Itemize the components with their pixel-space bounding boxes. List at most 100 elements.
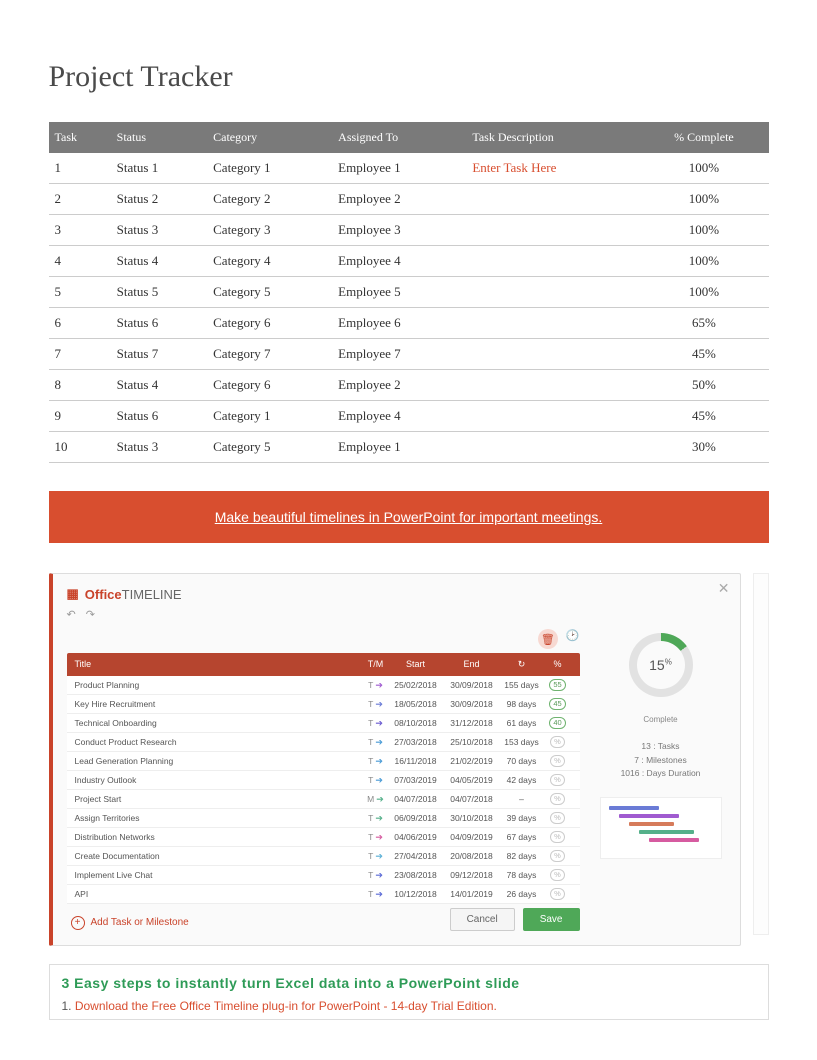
step-number: 1. [62, 999, 75, 1013]
cell-pct: 100% [639, 184, 768, 215]
cell-pct: 45% [639, 401, 768, 432]
undo-icon[interactable]: ↶ [67, 608, 76, 621]
cell-start: 23/08/2018 [388, 870, 444, 880]
cell-end: 31/12/2018 [444, 718, 500, 728]
cell-tm: T ➔ [364, 775, 388, 786]
timeline-row[interactable]: Product PlanningT ➔25/02/201830/09/20181… [67, 676, 580, 695]
cell-task: 4 [49, 246, 111, 277]
cell-description[interactable] [466, 432, 639, 463]
cell-task: 5 [49, 277, 111, 308]
cell-duration: 82 days [500, 851, 544, 861]
cell-start: 04/07/2018 [388, 794, 444, 804]
col-assigned: Assigned To [332, 122, 466, 153]
arrow-icon: ➔ [375, 813, 383, 824]
cell-tm: T ➔ [364, 813, 388, 824]
table-row: 6Status 6Category 6Employee 665% [49, 308, 769, 339]
cell-category: Category 3 [207, 215, 332, 246]
arrow-icon: ➔ [375, 851, 383, 862]
cell-tm: T ➔ [364, 889, 388, 900]
steps-box: 3 Easy steps to instantly turn Excel dat… [49, 964, 769, 1020]
timeline-row[interactable]: Key Hire RecruitmentT ➔18/05/201830/09/2… [67, 695, 580, 714]
timeline-table-header: Title T/M Start End ↻ % [67, 653, 580, 676]
cell-description[interactable] [466, 370, 639, 401]
save-button[interactable]: Save [523, 908, 580, 931]
col-pct-complete: % Complete [639, 122, 768, 153]
arrow-icon: ➔ [375, 756, 383, 767]
cell-tm: M ➔ [364, 794, 388, 805]
add-task-button[interactable]: + Add Task or Milestone [67, 906, 193, 930]
cell-duration: 39 days [500, 813, 544, 823]
timeline-row[interactable]: Industry OutlookT ➔07/03/201904/05/20194… [67, 771, 580, 790]
cell-task: 3 [49, 215, 111, 246]
cell-assigned: Employee 2 [332, 370, 466, 401]
cell-pct: % [544, 831, 572, 843]
project-tracker-table: Task Status Category Assigned To Task De… [49, 122, 769, 463]
cell-pct: % [544, 774, 572, 786]
timeline-row[interactable]: Implement Live ChatT ➔23/08/201809/12/20… [67, 866, 580, 885]
timeline-row[interactable]: Technical OnboardingT ➔08/10/201831/12/2… [67, 714, 580, 733]
timeline-row[interactable]: Conduct Product ResearchT ➔27/03/201825/… [67, 733, 580, 752]
cell-description[interactable] [466, 184, 639, 215]
cell-category: Category 7 [207, 339, 332, 370]
steps-title: 3 Easy steps to instantly turn Excel dat… [62, 975, 756, 991]
cell-description[interactable]: Enter Task Here [466, 153, 639, 184]
history-icon[interactable]: 🕑 [566, 629, 580, 649]
cancel-button[interactable]: Cancel [450, 908, 515, 931]
cell-description[interactable] [466, 215, 639, 246]
cell-start: 16/11/2018 [388, 756, 444, 766]
cell-tm: T ➔ [364, 718, 388, 729]
cell-end: 04/09/2019 [444, 832, 500, 842]
timeline-row[interactable]: Project StartM ➔04/07/201804/07/2018–% [67, 790, 580, 809]
brand-logo: ▦ OfficeTIMELINE [67, 586, 726, 602]
cell-description[interactable] [466, 308, 639, 339]
cell-assigned: Employee 1 [332, 153, 466, 184]
cell-category: Category 1 [207, 401, 332, 432]
timeline-row[interactable]: Assign TerritoriesT ➔06/09/201830/10/201… [67, 809, 580, 828]
cell-pct: 30% [639, 432, 768, 463]
cell-pct: % [544, 736, 572, 748]
cell-status: Status 3 [111, 432, 207, 463]
arrow-icon: ➔ [375, 718, 383, 729]
timeline-row[interactable]: Distribution NetworksT ➔04/06/201904/09/… [67, 828, 580, 847]
cell-start: 25/02/2018 [388, 680, 444, 690]
cell-end: 09/12/2018 [444, 870, 500, 880]
cell-tm: T ➔ [364, 832, 388, 843]
cell-start: 27/04/2018 [388, 851, 444, 861]
plus-icon: + [71, 916, 85, 930]
cell-tm: T ➔ [364, 699, 388, 710]
cta-link[interactable]: Make beautiful timelines in PowerPoint f… [215, 509, 603, 525]
cell-pct: 100% [639, 153, 768, 184]
cell-status: Status 5 [111, 277, 207, 308]
cell-end: 25/10/2018 [444, 737, 500, 747]
trash-icon[interactable]: 🗑 [538, 629, 558, 649]
download-link[interactable]: Download the Free Office Timeline plug-i… [75, 999, 497, 1013]
cell-pct: % [544, 812, 572, 824]
cell-description[interactable] [466, 277, 639, 308]
arrow-icon: ➔ [375, 775, 383, 786]
cell-title: API [75, 889, 364, 899]
close-icon[interactable]: ✕ [718, 580, 730, 597]
cell-duration: 98 days [500, 699, 544, 709]
timeline-row[interactable]: Lead Generation PlanningT ➔16/11/201821/… [67, 752, 580, 771]
cell-description[interactable] [466, 401, 639, 432]
cell-duration: 42 days [500, 775, 544, 785]
cell-duration: 26 days [500, 889, 544, 899]
cell-status: Status 4 [111, 246, 207, 277]
cell-description[interactable] [466, 246, 639, 277]
cell-title: Project Start [75, 794, 364, 804]
cell-title: Assign Territories [75, 813, 364, 823]
cell-title: Conduct Product Research [75, 737, 364, 747]
cell-pct: 45 [544, 698, 572, 710]
cell-description[interactable] [466, 339, 639, 370]
cell-status: Status 6 [111, 401, 207, 432]
cell-task: 8 [49, 370, 111, 401]
redo-icon[interactable]: ↷ [86, 608, 95, 621]
timeline-row[interactable]: Create DocumentationT ➔27/04/201820/08/2… [67, 847, 580, 866]
cell-end: 14/01/2019 [444, 889, 500, 899]
cell-end: 21/02/2019 [444, 756, 500, 766]
timeline-row[interactable]: APIT ➔10/12/201814/01/201926 days% [67, 885, 580, 904]
cell-tm: T ➔ [364, 756, 388, 767]
arrow-icon: ➔ [375, 737, 383, 748]
arrow-icon: ➔ [375, 699, 383, 710]
cell-duration: 70 days [500, 756, 544, 766]
